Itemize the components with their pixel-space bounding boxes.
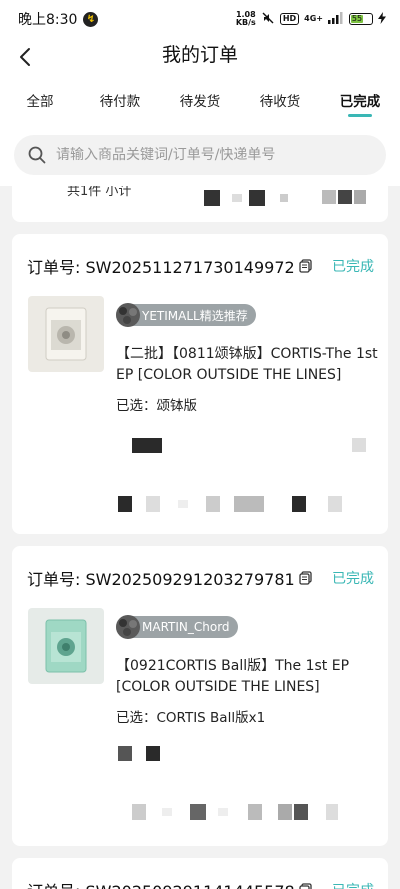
order-card[interactable]: 订单号: SW202509291203279781 已完成 MARTIN_Cho… — [12, 546, 388, 846]
shop-logo-icon — [116, 303, 140, 327]
product-thumbnail[interactable] — [28, 296, 104, 372]
signal-icon — [328, 11, 344, 27]
shop-tag[interactable]: MARTIN_Chord — [116, 615, 238, 639]
order-card-partial[interactable]: 共1件 小计 — [12, 186, 388, 222]
shop-logo-icon — [116, 615, 140, 639]
order-number: 订单号: SW202511271730149972 — [27, 254, 312, 278]
search-bar[interactable] — [14, 135, 386, 175]
masked-price — [280, 194, 288, 202]
masked-info — [206, 496, 220, 512]
order-number: 订单号: SW202509291141445578 — [27, 878, 312, 889]
product-name: 【0921CORTIS Ball版】The 1st EP [COLOR OUTS… — [116, 658, 350, 695]
product-thumbnail[interactable] — [28, 608, 104, 684]
search-input[interactable] — [56, 147, 356, 163]
masked-price — [338, 190, 352, 204]
shop-name: MARTIN_Chord — [142, 620, 230, 634]
masked-info — [118, 496, 132, 512]
tab-pending-receipt[interactable]: 待收货 — [240, 86, 320, 124]
status-time: 晚上8:30 — [18, 12, 78, 28]
order-status: 已完成 — [332, 259, 374, 275]
masked-price — [322, 190, 336, 204]
battery-level: 55 — [351, 14, 363, 23]
album-cover-image — [45, 619, 87, 673]
copy-icon[interactable] — [299, 883, 312, 889]
order-number: 订单号: SW202509291203279781 — [27, 566, 312, 590]
masked-info — [190, 804, 206, 820]
tab-pending-shipment[interactable]: 待发货 — [160, 86, 240, 124]
order-status: 已完成 — [332, 571, 374, 587]
charging-icon — [378, 11, 386, 27]
masked-info — [248, 804, 262, 820]
order-status: 已完成 — [332, 880, 374, 889]
shop-tag[interactable]: YETIMALL精选推荐 — [116, 303, 256, 327]
selected-spec: 已选：CORTIS Ball版x1 — [116, 710, 266, 726]
mute-icon — [261, 11, 275, 28]
copy-icon[interactable] — [299, 259, 312, 273]
network-speed: 1.08 KB/s — [235, 10, 256, 27]
order-number-text: 订单号: SW202509291203279781 — [27, 570, 295, 589]
album-cover-image — [45, 307, 87, 361]
notification-app-icon: ↯ — [83, 11, 99, 27]
masked-price — [118, 746, 132, 761]
masked-info — [328, 496, 342, 512]
selected-spec: 已选：颂钵版 — [116, 398, 197, 414]
masked-info — [132, 804, 146, 820]
order-card[interactable]: 订单号: SW202511271730149972 已完成 YETIMALL精选… — [12, 234, 388, 534]
masked-info — [292, 496, 306, 512]
shop-name: YETIMALL精选推荐 — [142, 308, 248, 323]
search-bar-container — [0, 124, 400, 186]
order-number-text: 订单号: SW202509291141445578 — [27, 878, 295, 889]
masked-info — [146, 496, 160, 512]
order-number-text: 订单号: SW202511271730149972 — [27, 258, 295, 277]
order-subtotal-label: 共1件 小计 — [67, 186, 132, 199]
order-tabs: 全部 待付款 待发货 待收货 已完成 — [0, 86, 400, 124]
hd-badge: HD — [279, 13, 300, 25]
product-name: 【二批】【0811颂钵版】CORTIS-The 1st EP [COLOR OU… — [116, 346, 378, 383]
masked-price — [249, 190, 265, 206]
masked-price — [146, 746, 160, 761]
page-title: 我的订单 — [161, 44, 238, 66]
masked-info — [218, 808, 228, 816]
masked-info — [162, 808, 172, 816]
masked-info — [178, 500, 188, 508]
page-header: 我的订单 — [0, 38, 400, 86]
network-type: 4G+ — [304, 14, 323, 23]
masked-info — [326, 804, 338, 820]
copy-icon[interactable] — [299, 571, 312, 585]
tab-pending-payment[interactable]: 待付款 — [80, 86, 160, 124]
tab-completed[interactable]: 已完成 — [320, 86, 400, 124]
status-bar: 晚上8:30 ↯ 1.08 KB/s HD 4G+ 55 — [0, 0, 400, 38]
masked-info — [294, 804, 308, 820]
masked-info — [278, 804, 292, 820]
search-icon — [28, 146, 46, 164]
masked-price — [352, 438, 366, 452]
masked-price — [204, 190, 220, 206]
masked-price — [354, 190, 366, 204]
masked-info — [234, 496, 264, 512]
tab-all[interactable]: 全部 — [0, 86, 80, 124]
masked-price — [132, 438, 162, 453]
masked-price — [232, 194, 242, 202]
battery-icon: 55 — [349, 13, 373, 25]
order-card[interactable]: 订单号: SW202509291141445578 已完成 — [12, 858, 388, 889]
